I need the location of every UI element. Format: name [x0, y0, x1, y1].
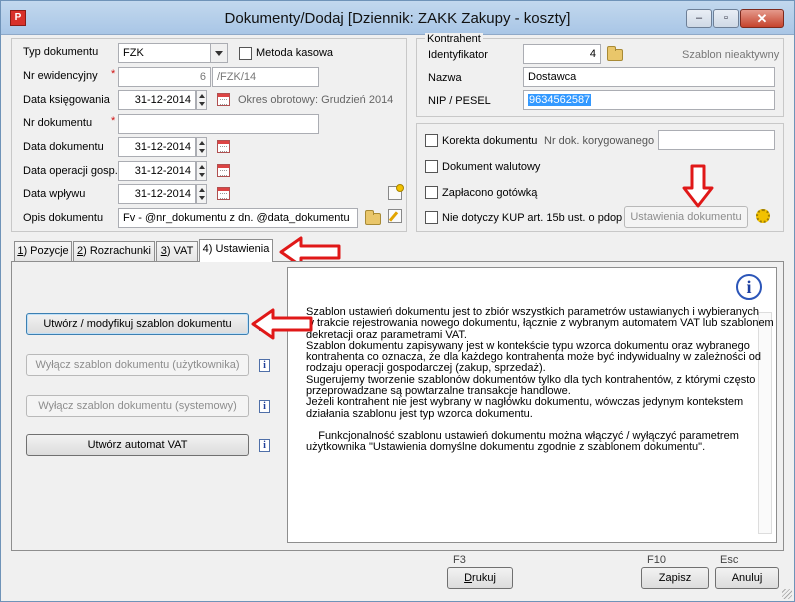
kup-checkbox[interactable]	[425, 211, 438, 224]
info-text-line: użytkownika "Ustawienia domyślne dokumen…	[306, 441, 706, 454]
kontrahent-group-label: Kontrahent	[425, 33, 483, 45]
folder-icon[interactable]	[365, 210, 381, 225]
typ-dokumentu-combo[interactable]: FZK	[118, 43, 211, 63]
esc-hint: Esc	[720, 554, 739, 566]
nr-korygowanego-input[interactable]	[658, 130, 775, 150]
resize-grip[interactable]	[782, 589, 792, 599]
drukuj-button[interactable]: Drukuj	[447, 567, 513, 589]
pencil-icon[interactable]	[388, 209, 402, 223]
wylacz-szablon-systemowy-button[interactable]: Wyłącz szablon dokumentu (systemowy)	[26, 395, 249, 417]
minimize-button[interactable]: ‒	[686, 9, 712, 28]
data-ksiegowania-spinner[interactable]	[196, 90, 207, 110]
nr-ewidencyjny-suffix: /FZK/14	[212, 67, 319, 87]
nip-selected-text: 9634562587	[528, 94, 592, 106]
identyfikator-label: Identyfikator	[428, 49, 488, 61]
data-wplywu-spinner[interactable]	[196, 184, 207, 204]
kup-label: Nie dotyczy KUP art. 15b ust. o pdop	[442, 212, 623, 224]
gotowka-checkbox[interactable]	[425, 186, 438, 199]
data-ksiegowania-input[interactable]: 31-12-2014	[118, 90, 196, 110]
f3-hint: F3	[453, 554, 466, 566]
anuluj-button[interactable]: Anuluj	[715, 567, 779, 589]
info-icon[interactable]: i	[259, 359, 270, 372]
nr-ewidencyjny-number[interactable]: 6	[118, 67, 211, 87]
tab-ustawienia[interactable]: 4) Ustawienia	[199, 239, 273, 262]
title-bar[interactable]: P Dokumenty/Dodaj [Dziennik: ZAKK Zakupy…	[1, 1, 794, 35]
nr-korygowanego-label: Nr dok. korygowanego	[544, 135, 655, 147]
utworz-automat-vat-button[interactable]: Utwórz automat VAT	[26, 434, 249, 456]
info-icon[interactable]: i	[259, 400, 270, 413]
info-icon[interactable]: i	[259, 439, 270, 452]
info-text-line: Jeżeli kontrahent nie jest wybrany w nag…	[306, 396, 744, 409]
walutowy-checkbox[interactable]	[425, 160, 438, 173]
info-text-line: działania szablonu jest typ wzorca dokum…	[306, 407, 533, 420]
data-operacji-spinner[interactable]	[196, 161, 207, 181]
korekta-label: Korekta dokumentu	[442, 135, 538, 147]
required-marker: *	[111, 115, 116, 127]
info-text-line: w trakcie rejestrowania nowego dokumentu…	[306, 317, 774, 330]
info-big-icon: i	[736, 274, 762, 300]
typ-dokumentu-dropdown[interactable]	[211, 43, 228, 63]
nip-input[interactable]: 9634562587	[523, 90, 775, 110]
data-operacji-input[interactable]: 31-12-2014	[118, 161, 196, 181]
annotation-arrow-left-2	[251, 308, 313, 340]
nazwa-label: Nazwa	[428, 72, 462, 84]
wylacz-szablon-uzytkownika-button[interactable]: Wyłącz szablon dokumentu (użytkownika)	[26, 354, 249, 376]
calendar-icon[interactable]	[217, 187, 230, 200]
data-dokumentu-label: Data dokumentu	[23, 141, 104, 153]
data-wplywu-label: Data wpływu	[23, 188, 86, 200]
data-dokumentu-input[interactable]: 31-12-2014	[118, 137, 196, 157]
metoda-kasowa-label: Metoda kasowa	[256, 47, 334, 59]
gear-icon[interactable]	[756, 209, 770, 223]
tab-rozrachunki[interactable]: 2) Rozrachunki	[73, 241, 155, 262]
nip-label: NIP / PESEL	[428, 95, 491, 107]
required-marker: *	[111, 68, 116, 80]
window-title: Dokumenty/Dodaj [Dziennik: ZAKK Zakupy -…	[224, 10, 571, 27]
okres-obrotowy-text: Okres obrotowy: Grudzień 2014	[238, 94, 394, 106]
szablon-status-text: Szablon nieaktywny	[682, 49, 780, 61]
opis-dokumentu-input[interactable]: Fv - @nr_dokumentu z dn. @data_dokumentu	[118, 208, 358, 228]
calendar-icon[interactable]	[217, 164, 230, 177]
calendar-icon[interactable]	[217, 93, 230, 106]
nr-ewidencyjny-label: Nr ewidencyjny	[23, 70, 98, 82]
annotation-arrow-down	[682, 164, 714, 208]
nazwa-input[interactable]: Dostawca	[523, 67, 775, 87]
opis-dokumentu-label: Opis dokumentu	[23, 212, 104, 224]
tab-vat[interactable]: 3) VAT	[156, 241, 198, 262]
data-wplywu-input[interactable]: 31-12-2014	[118, 184, 196, 204]
nr-dokumentu-input[interactable]	[118, 114, 319, 134]
info-text: Szablon ustawień dokumentu jest to zbiór…	[306, 306, 774, 454]
zapisz-button[interactable]: Zapisz	[641, 567, 709, 589]
walutowy-label: Dokument walutowy	[442, 161, 541, 173]
data-dokumentu-spinner[interactable]	[196, 137, 207, 157]
dialog-window: P Dokumenty/Dodaj [Dziennik: ZAKK Zakupy…	[0, 0, 795, 602]
utworz-szablon-button[interactable]: Utwórz / modyfikuj szablon dokumentu	[26, 313, 249, 335]
korekta-checkbox[interactable]	[425, 134, 438, 147]
data-ksiegowania-label: Data księgowania	[23, 94, 110, 106]
nr-dokumentu-label: Nr dokumentu	[23, 117, 93, 129]
typ-dokumentu-label: Typ dokumentu	[23, 46, 99, 58]
folder-icon[interactable]	[607, 46, 623, 61]
calendar-icon[interactable]	[217, 140, 230, 153]
f10-hint: F10	[647, 554, 666, 566]
edit-document-icon[interactable]	[388, 184, 404, 200]
data-operacji-label: Data operacji gosp.	[23, 165, 118, 177]
close-button[interactable]: ✕	[740, 9, 784, 28]
metoda-kasowa-checkbox[interactable]	[239, 47, 252, 60]
gotowka-label: Zapłacono gotówką	[442, 187, 538, 199]
info-text-panel: i Szablon ustawień dokumentu jest to zbi…	[287, 267, 777, 543]
info-scrollbar[interactable]	[758, 312, 772, 534]
identyfikator-input[interactable]: 4	[523, 44, 601, 64]
ustawienia-dokumentu-button[interactable]: Ustawienia dokumentu	[624, 206, 748, 228]
maximize-button[interactable]: ▫	[713, 9, 739, 28]
tab-pozycje[interactable]: 1) Pozycje	[14, 241, 72, 262]
